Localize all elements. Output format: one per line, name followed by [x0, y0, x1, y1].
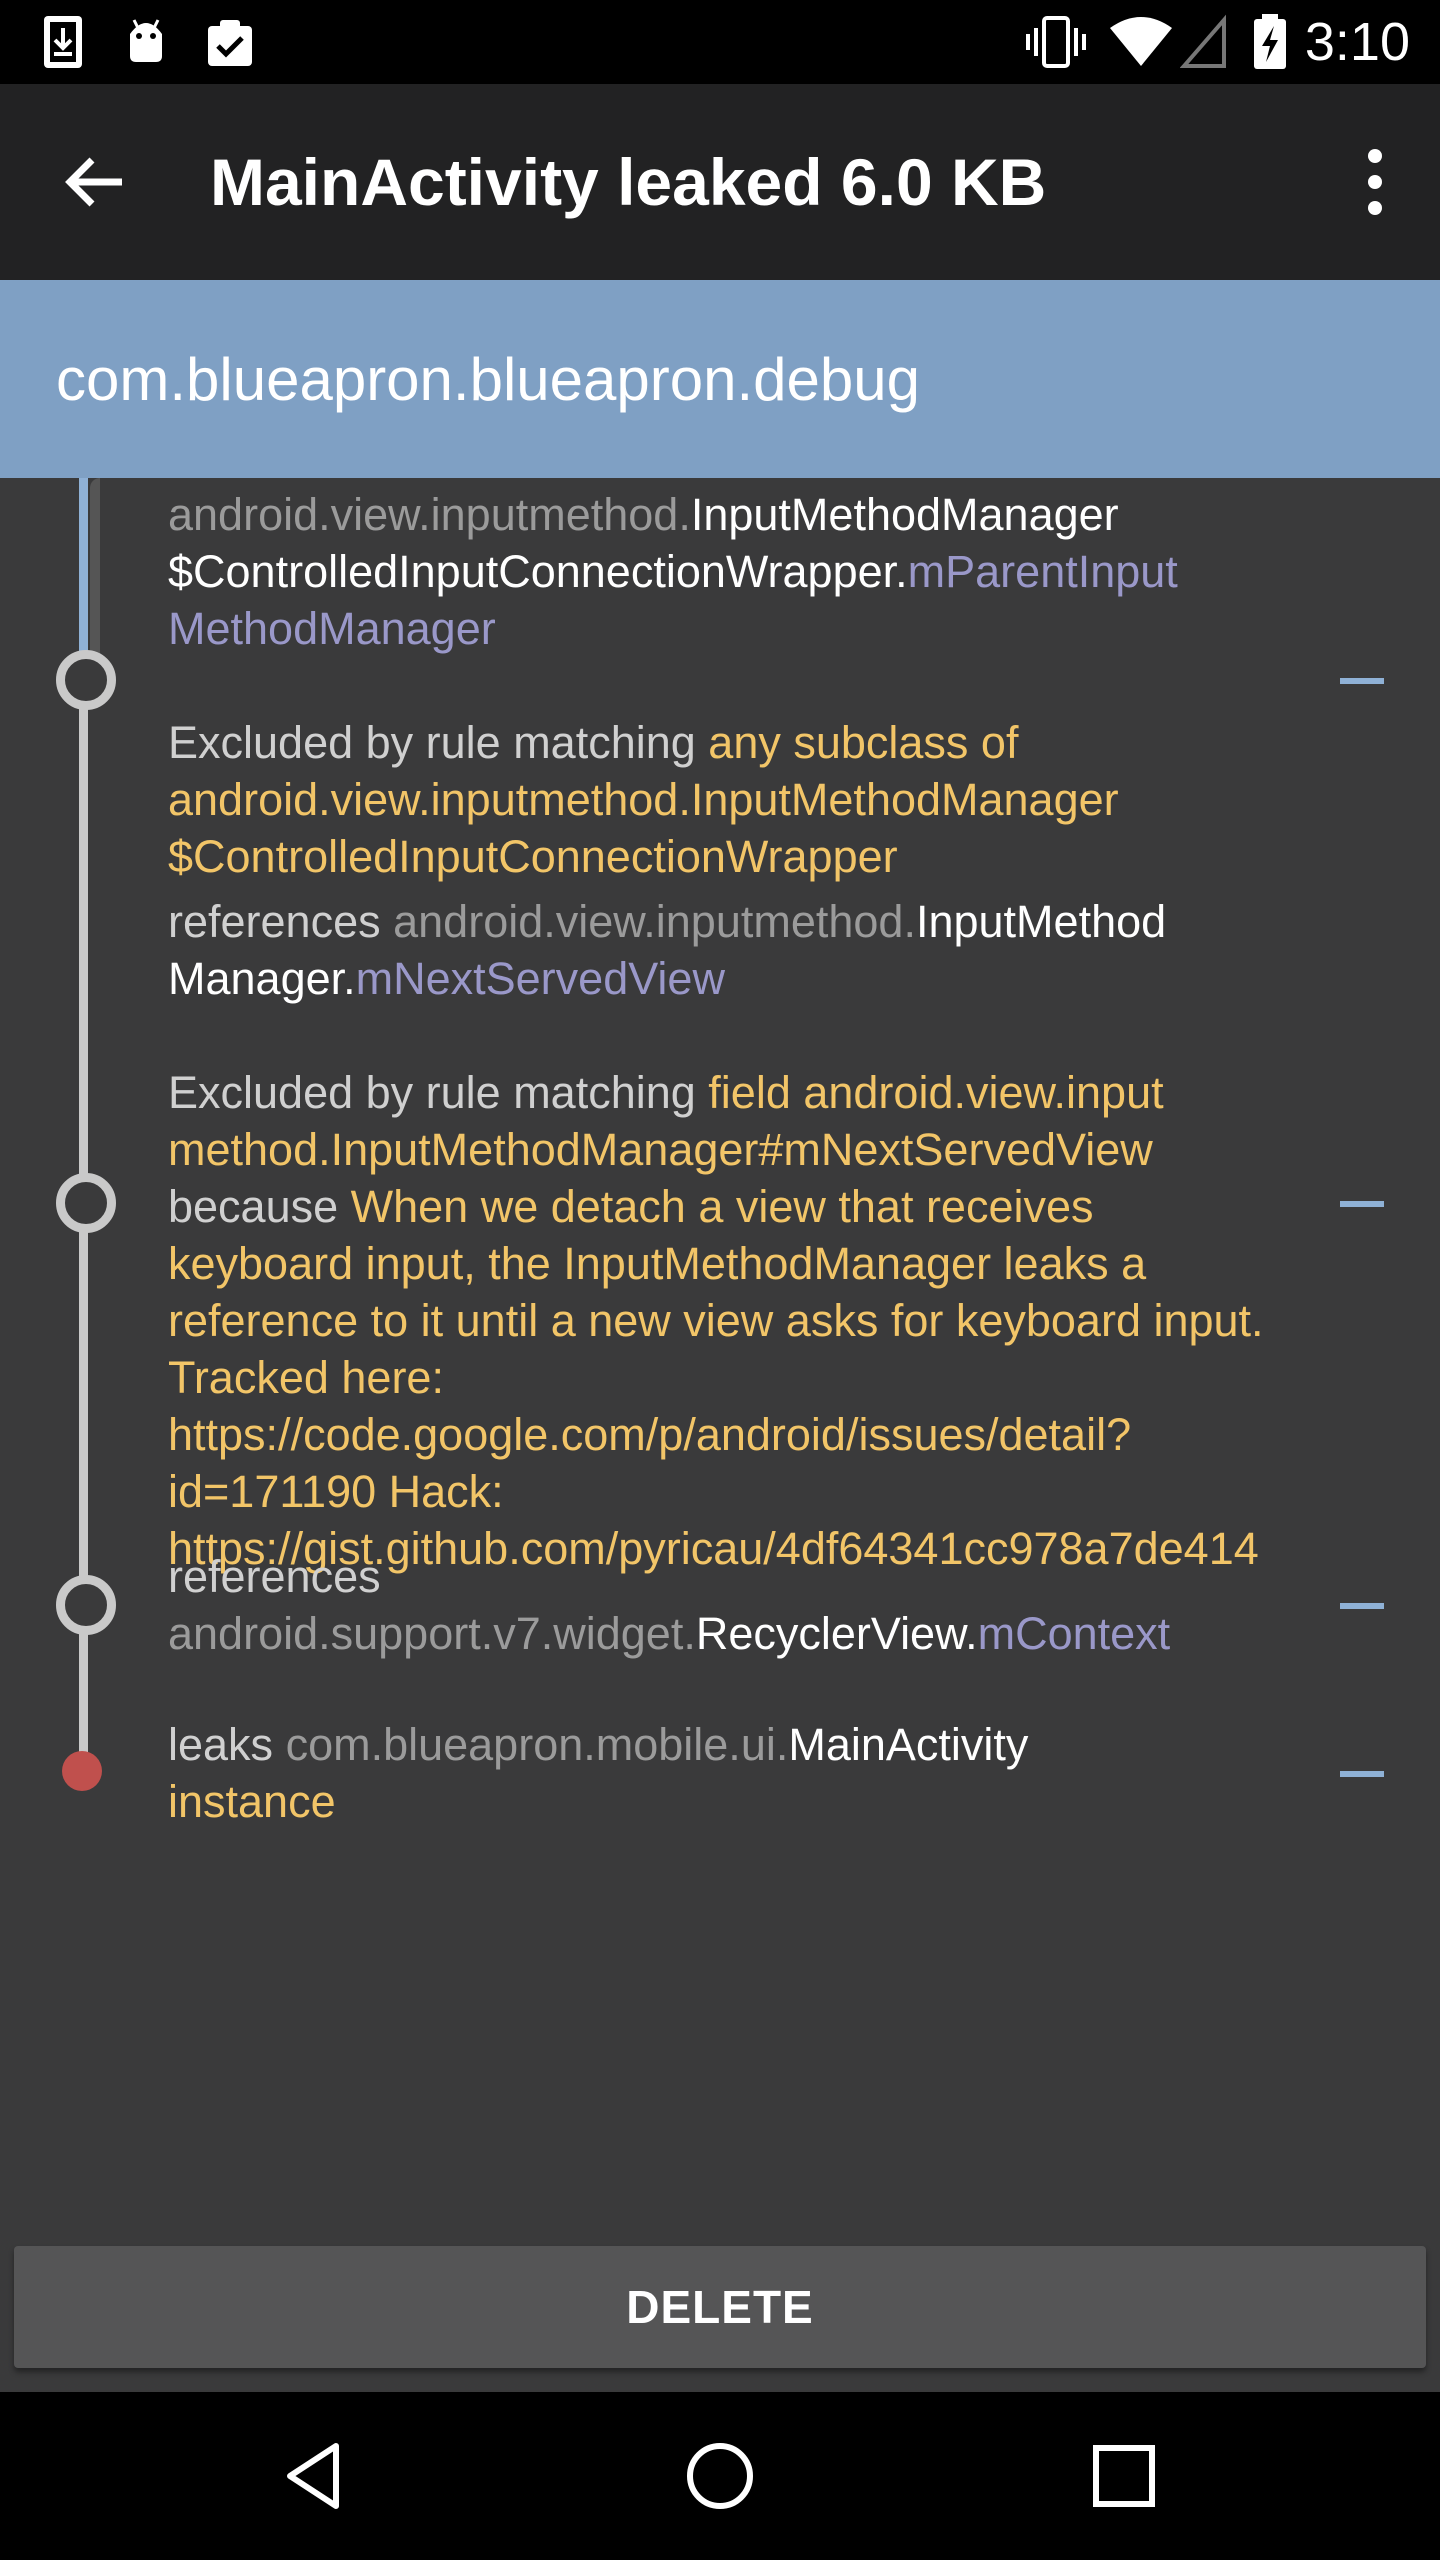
leak-node [62, 1751, 102, 1791]
package-text: android.view.inputmethod. [168, 489, 691, 540]
field-text: mContext [977, 1608, 1171, 1659]
back-triangle-icon[interactable] [276, 2436, 356, 2516]
trace-node [56, 1575, 116, 1635]
recents-square-icon[interactable] [1084, 2436, 1164, 2516]
arrow-back-icon[interactable] [56, 142, 136, 222]
page-title: MainActivity leaked 6.0 KB [210, 145, 1047, 219]
android-icon [130, 19, 162, 62]
instance-label: instance [168, 1776, 336, 1827]
references-label: references [168, 1551, 381, 1602]
trace-entry[interactable]: references android.support.v7.widget.Rec… [168, 1548, 1288, 1662]
leak-trace-list: android.view.inputmethod.InputMethodMana… [0, 478, 1440, 2246]
package-text: android.support.v7.widget. [168, 1608, 696, 1659]
status-time: 3:10 [1304, 12, 1410, 72]
more-vert-icon[interactable] [1350, 142, 1400, 222]
exclusion-reason: When we detach a view that receives keyb… [168, 1181, 1264, 1574]
expand-toggle[interactable] [1340, 1771, 1384, 1777]
trace-bracket [90, 478, 100, 658]
download-icon [44, 16, 82, 68]
expand-toggle[interactable] [1340, 1603, 1384, 1609]
leaks-label: leaks [168, 1719, 286, 1770]
delete-button[interactable]: DELETE [14, 2246, 1426, 2368]
excluded-label: Excluded by rule matching [168, 1067, 709, 1118]
package-text: android.view.inputmethod. [393, 896, 916, 947]
class-text: RecyclerView. [695, 1608, 978, 1659]
class-text: MainActivity [788, 1719, 1029, 1770]
because-label: because [168, 1181, 351, 1232]
trace-node [56, 650, 116, 710]
field-text: mNextServedView [355, 953, 725, 1004]
trace-node [56, 1173, 116, 1233]
trace-entry[interactable]: android.view.inputmethod.InputMethodMana… [168, 486, 1288, 657]
class-text: InputMethodManager [690, 489, 1119, 540]
screen: 3:10 MainActivity leaked 6.0 KB com.blue… [0, 0, 1440, 2560]
wifi-icon [1110, 17, 1172, 66]
expand-toggle[interactable] [1340, 678, 1384, 684]
status-bar: 3:10 [0, 0, 1440, 84]
signal-icon [1180, 14, 1226, 68]
trace-entry[interactable]: leaks com.blueapron.mobile.ui.MainActivi… [168, 1716, 1288, 1830]
trace-line-highlight [79, 478, 88, 678]
excluded-label: Excluded by rule matching [168, 717, 709, 768]
trace-entry[interactable]: Excluded by rule matching any subclass o… [168, 714, 1288, 1007]
nav-bar [0, 2392, 1440, 2560]
home-circle-icon[interactable] [680, 2436, 760, 2516]
expand-toggle[interactable] [1340, 1201, 1384, 1207]
app-bar: MainActivity leaked 6.0 KB [0, 84, 1440, 280]
package-header: com.blueapron.blueapron.debug [0, 280, 1440, 478]
trace-entry[interactable]: Excluded by rule matching field android.… [168, 1064, 1288, 1577]
package-text: com.blueapron.mobile.ui. [285, 1719, 789, 1770]
battery-charging-icon [1254, 14, 1286, 69]
references-label: references [168, 896, 394, 947]
vibrate-icon [1026, 16, 1086, 68]
clipboard-check-icon [208, 20, 252, 66]
package-name: com.blueapron.blueapron.debug [56, 346, 920, 413]
class-text: $ControlledInputConnectionWrapper. [168, 546, 908, 597]
delete-button-label: DELETE [626, 2281, 814, 2333]
